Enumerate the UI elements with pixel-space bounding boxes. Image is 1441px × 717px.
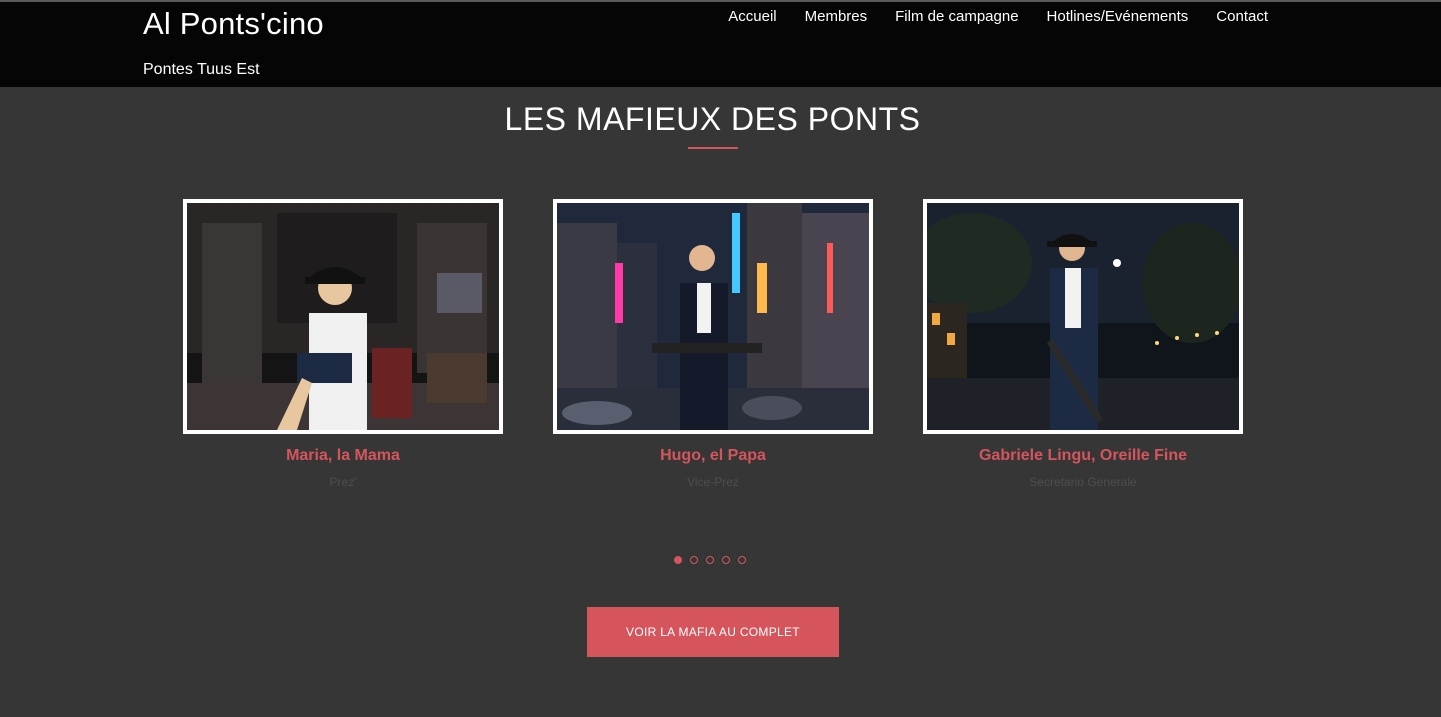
carousel-pagination bbox=[674, 556, 746, 564]
nav-item-accueil[interactable]: Accueil bbox=[728, 8, 776, 25]
title-underline bbox=[688, 147, 738, 149]
nav-item-contact[interactable]: Contact bbox=[1216, 8, 1268, 25]
carousel-dot[interactable] bbox=[706, 556, 714, 564]
member-name[interactable]: Gabriele Lingu, Oreille Fine bbox=[923, 447, 1243, 465]
member-role: Secretario Generale bbox=[1029, 475, 1137, 489]
member-card[interactable]: Maria, la Mama Prez' bbox=[183, 199, 503, 489]
city-night-scene-image bbox=[557, 203, 869, 430]
nav-item-film-de-campagne[interactable]: Film de campagne bbox=[895, 8, 1018, 25]
member-photo-office-scene[interactable] bbox=[183, 199, 503, 434]
section-title: LES MAFIEUX DES PONTS bbox=[504, 101, 921, 137]
nav-item-hotlines-evenements[interactable]: Hotlines/Evénements bbox=[1047, 8, 1189, 25]
member-name[interactable]: Maria, la Mama bbox=[183, 447, 503, 465]
member-card[interactable]: Hugo, el Papa Vice-Prez bbox=[553, 199, 873, 489]
carousel-dot[interactable] bbox=[722, 556, 730, 564]
carousel-dot[interactable] bbox=[738, 556, 746, 564]
site-title-link[interactable]: Al Ponts'cino bbox=[143, 6, 324, 42]
main-nav: Accueil Membres Film de campagne Hotline… bbox=[728, 8, 1268, 25]
carousel-dot-active[interactable] bbox=[674, 556, 682, 564]
member-photo-night-street-scene[interactable] bbox=[923, 199, 1243, 434]
site-tagline: Pontes Tuus Est bbox=[143, 61, 260, 78]
member-card[interactable]: Gabriele Lingu, Oreille Fine Secretario … bbox=[923, 199, 1243, 489]
nav-item-membres[interactable]: Membres bbox=[805, 8, 868, 25]
night-street-scene-image bbox=[927, 203, 1239, 430]
office-scene-image bbox=[187, 203, 499, 430]
member-name[interactable]: Hugo, el Papa bbox=[553, 447, 873, 465]
member-role: Prez' bbox=[329, 475, 357, 489]
site-header: Al Ponts'cino Pontes Tuus Est Accueil Me… bbox=[0, 2, 1441, 87]
view-full-mafia-button[interactable]: VOIR LA MAFIA AU COMPLET bbox=[587, 607, 839, 657]
member-role: Vice-Prez bbox=[687, 475, 739, 489]
carousel-dot[interactable] bbox=[690, 556, 698, 564]
member-photo-city-night-scene[interactable] bbox=[553, 199, 873, 434]
